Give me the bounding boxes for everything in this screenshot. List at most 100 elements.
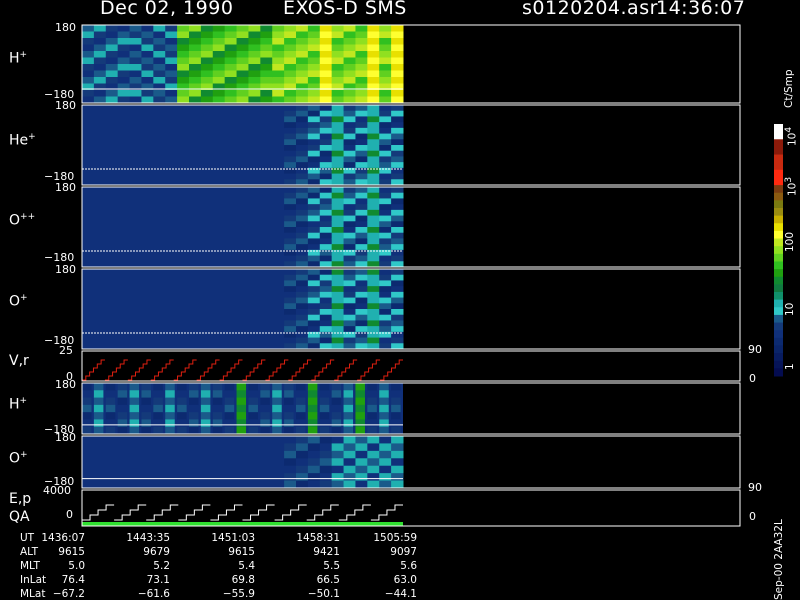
heatmap-cell [248,64,261,71]
heatmap-cell [307,337,321,344]
heatmap-cell [343,204,356,211]
heatmap-cell [319,238,333,245]
heatmap-cell [391,450,404,459]
heatmap-cell [307,44,321,52]
heatmap-cell [343,337,356,344]
footer-value: 73.1 [146,574,170,586]
heatmap-cell [248,390,258,399]
heatmap-cell [367,436,380,444]
colorbar-swatch [774,368,783,377]
heatmap-cell [367,458,380,467]
heatmap-cell [367,133,380,140]
heatmap-cell [391,145,404,152]
heatmap-cell [296,309,309,316]
heatmap-cell [379,450,392,459]
heatmap-cell [153,44,166,52]
heatmap-cell [189,31,202,39]
heatmap-cell [331,274,345,281]
heatmap-cell [284,436,297,444]
heatmap-cell [307,286,321,293]
heatmap-cell [355,337,368,344]
heatmap-cell [296,51,309,58]
heatmap-cell [236,96,249,104]
heatmap-cell [284,156,297,163]
heatmap-cell [367,96,380,104]
colorbar-swatch [774,238,783,247]
heatmap-cell [391,57,404,65]
heatmap-cell [355,133,368,140]
heatmap-cell [367,215,380,222]
heatmap-cell [379,436,392,444]
heatmap-cell [391,303,404,310]
heatmap-cell [284,198,297,205]
heatmap-cell [129,412,140,420]
heatmap-cell [284,204,297,211]
heatmap-cell [260,38,273,45]
heatmap-cell [307,110,321,117]
heatmap-cell [129,426,140,435]
heatmap-cell [165,90,178,97]
heatmap-cell [236,426,247,435]
colorbar-label-100: 100 [784,231,796,252]
heatmap-cell [367,221,380,228]
heatmap-cell [141,404,151,413]
heatmap-cell [284,443,297,452]
heatmap-cell [284,64,297,71]
heatmap-cell [319,314,333,321]
heatmap-cell [307,326,321,333]
heatmap-cell [141,51,154,58]
footer-value: 5.2 [153,560,170,572]
heatmap-cell [307,280,321,287]
heatmap-cell [260,57,273,65]
heatmap-cell [189,77,202,84]
heatmap-cell [93,38,107,45]
heatmap-cell [236,397,247,406]
heatmap-cell [379,383,389,391]
heatmap-cell [355,397,365,406]
heatmap-cell [296,156,309,163]
heatmap-cell [319,291,333,299]
heatmap-cell [367,122,380,129]
heatmap-cell [248,397,258,406]
heatmap-cell [319,173,333,180]
heatmap-cell [331,96,345,104]
heatmap-cell [379,51,392,58]
heatmap-cell [141,96,154,104]
heatmap-cell [105,77,119,84]
heatmap-cell [82,404,92,413]
heatmap-cell [319,426,330,435]
heatmap-cell [296,291,309,299]
heatmap-cell [367,274,380,281]
heatmap-cell [367,443,380,452]
heatmap-cell [307,383,318,391]
colorbar-swatch [774,200,783,209]
heatmap-cell [391,326,404,333]
heatmap-cell [355,314,368,321]
heatmap-cell [331,187,345,194]
heatmap-cell [355,419,365,428]
footer-value: 5.0 [68,560,85,572]
heatmap-cell [248,383,258,391]
heatmap-cell [260,64,273,71]
heatmap-cell [379,38,392,45]
heatmap-cell [355,326,368,333]
heatmap-cell [355,31,368,39]
heatmap-cell [212,57,226,65]
heatmap-cell [212,64,226,71]
heatmap-cell [272,25,285,32]
heatmap-cell [379,314,392,321]
heatmap-cell [105,404,116,413]
heatmap-cell [343,116,356,123]
heatmap-cell [331,465,345,474]
heatmap-cell [200,25,214,32]
heatmap-cell [331,25,345,32]
heatmap-cell [260,412,270,420]
heatmap-cell [236,31,249,39]
heatmap-cell [284,187,297,194]
heatmap-cell [284,337,297,344]
footer-value: 9421 [313,546,340,558]
heatmap-cell [117,57,131,65]
heatmap-cell [260,383,270,391]
heatmap-cell [105,96,119,104]
heatmap-cell [391,116,404,123]
